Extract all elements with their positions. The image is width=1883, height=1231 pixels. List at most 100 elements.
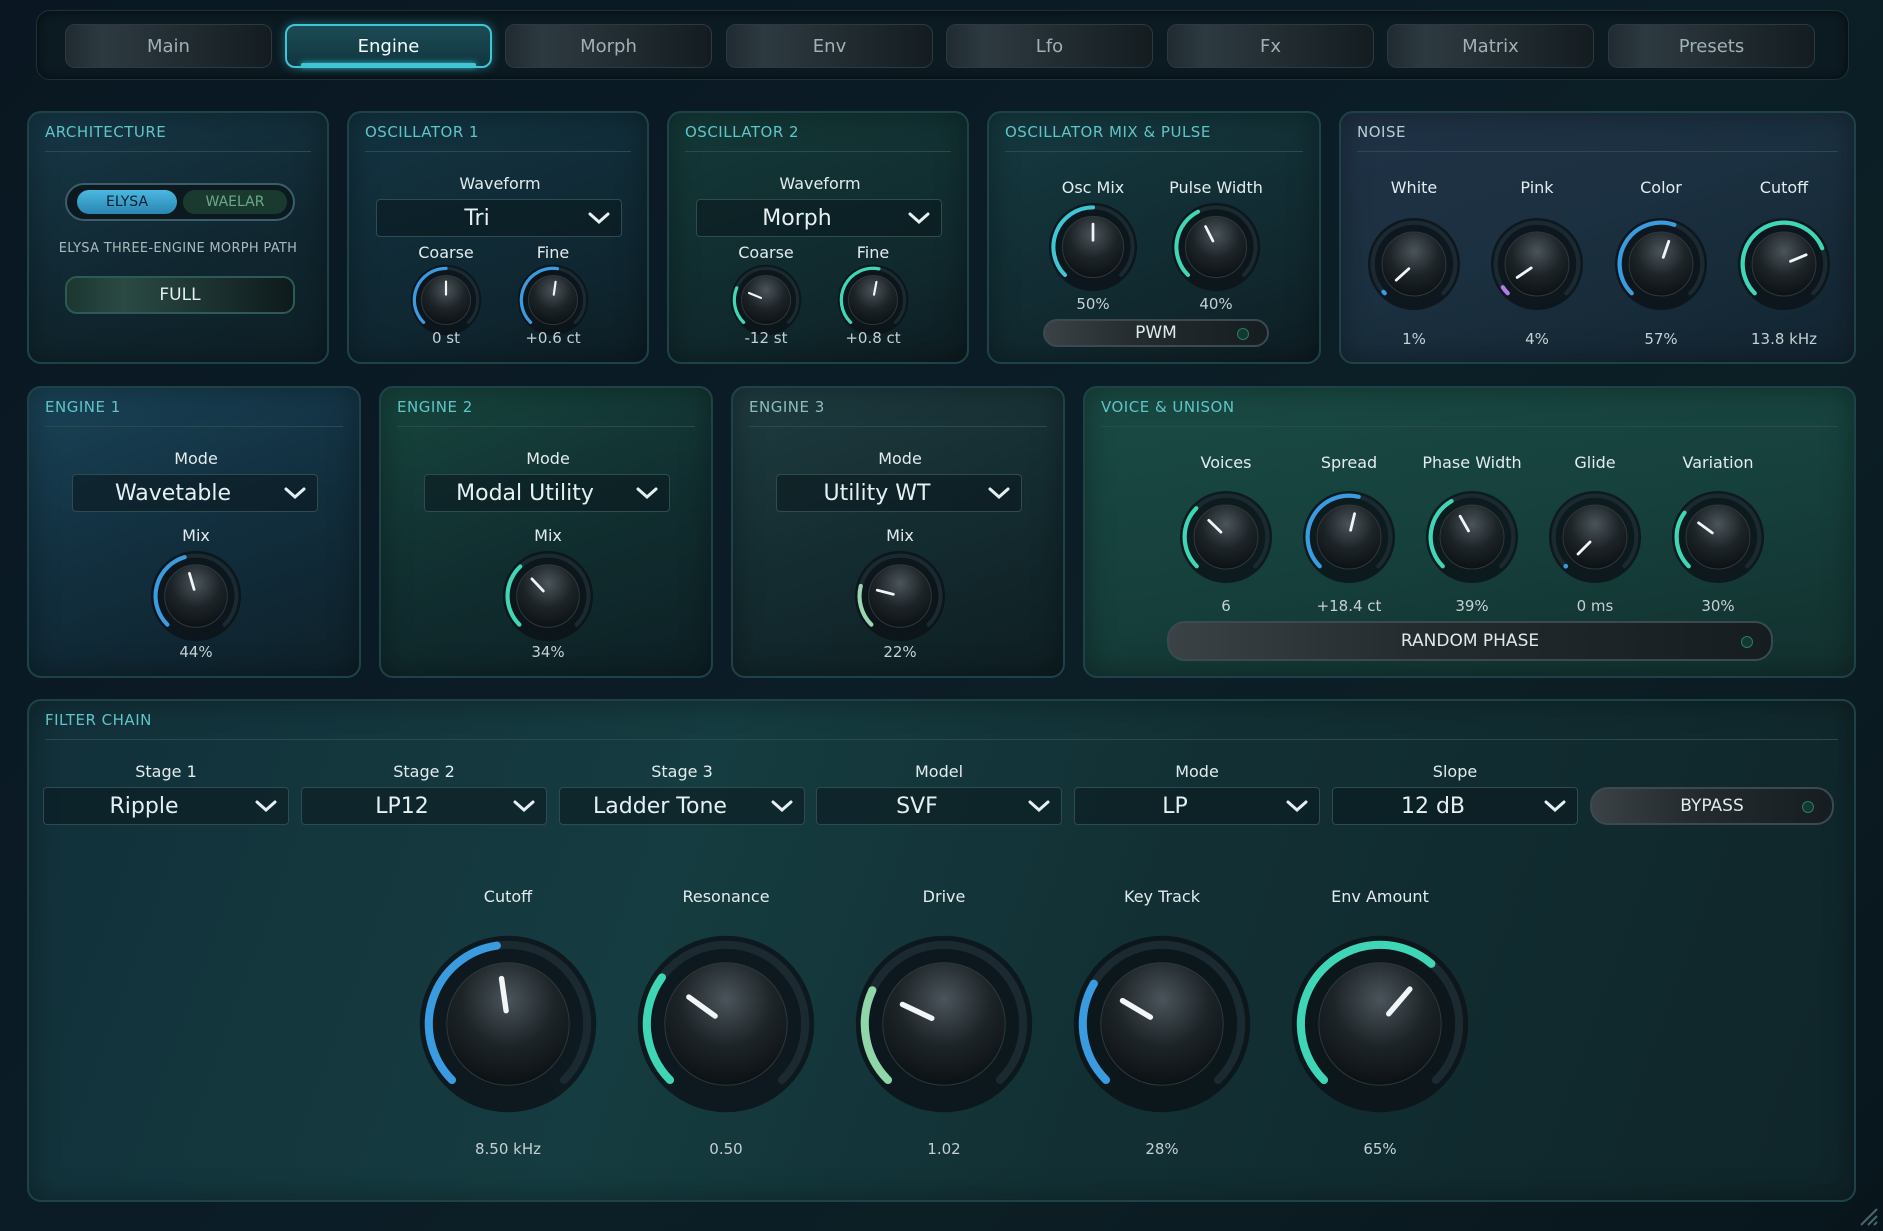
knob-label: Fine	[536, 243, 570, 262]
tab-presets[interactable]: Presets	[1608, 24, 1815, 68]
divider	[365, 151, 631, 152]
knob-graphic	[410, 264, 482, 336]
knob-value: 6	[1221, 597, 1231, 615]
knob-graphic	[1671, 490, 1765, 584]
knob-body	[1184, 215, 1248, 279]
chevron-down-icon	[502, 800, 546, 812]
knob-body	[1628, 231, 1694, 297]
mode-select[interactable]: Wavetable	[72, 474, 318, 512]
divider	[1005, 151, 1303, 152]
color-knob[interactable]	[1614, 217, 1708, 315]
tab-env[interactable]: Env	[726, 24, 933, 68]
knob-value: 0 ms	[1576, 597, 1614, 615]
resonance-knob[interactable]	[636, 934, 816, 1118]
mix-knob[interactable]	[854, 550, 946, 646]
knob-value: 30%	[1701, 597, 1735, 615]
panel-title: FILTER CHAIN	[45, 711, 152, 729]
pulse-width-knob[interactable]	[1171, 202, 1261, 296]
architecture-panel: ARCHITECTURE ELYSA WAELAR ELYSA THREE-EN…	[27, 111, 329, 364]
knob-graphic	[1073, 935, 1251, 1113]
pink-noise-knob[interactable]	[1490, 217, 1584, 315]
mode-label: Mode	[878, 449, 922, 468]
mode-value: Modal Utility	[456, 480, 594, 506]
knob-graphic	[502, 550, 594, 642]
mix-knob[interactable]	[150, 550, 242, 646]
knob-value: 50%	[1076, 295, 1110, 313]
option-waelar[interactable]: WAELAR	[183, 190, 287, 214]
tab-morph[interactable]: Morph	[505, 24, 712, 68]
knob-label: White	[1390, 178, 1438, 197]
mode-select[interactable]: Modal Utility	[424, 474, 670, 512]
voices-knob[interactable]	[1179, 490, 1273, 588]
select-label: Stage 2	[393, 762, 455, 781]
knob-graphic	[1490, 217, 1584, 311]
random-phase-label: RANDOM PHASE	[1400, 631, 1540, 651]
select-label: Stage 1	[135, 762, 197, 781]
stage-3-select[interactable]: Ladder Tone	[559, 787, 805, 825]
phase-width-knob[interactable]	[1425, 490, 1519, 588]
path-button[interactable]: FULL	[65, 276, 295, 314]
knob-value: 0.50	[709, 1140, 743, 1158]
knob-label: Glide	[1574, 453, 1616, 472]
tab-matrix[interactable]: Matrix	[1387, 24, 1594, 68]
option-elysa[interactable]: ELYSA	[77, 190, 177, 214]
divider	[749, 426, 1047, 427]
tab-engine[interactable]: Engine	[285, 24, 492, 68]
select-value: Ladder Tone	[593, 793, 727, 819]
filter-cutoff-knob[interactable]	[418, 934, 598, 1118]
panel-title: ENGINE 1	[45, 398, 121, 416]
tab-main[interactable]: Main	[65, 24, 272, 68]
divider	[45, 151, 311, 152]
noise-cutoff-knob[interactable]	[1737, 217, 1831, 315]
knob-label: Cutoff	[1759, 178, 1809, 197]
pwm-toggle[interactable]: PWM	[1043, 319, 1269, 347]
panel-title: OSCILLATOR 1	[365, 123, 480, 141]
engine-2-panel: ENGINE 2 Mode Modal Utility Mix 34%	[379, 386, 713, 678]
knob-graphic	[1548, 490, 1642, 584]
knob-body	[1318, 962, 1442, 1086]
model-select[interactable]: SVF	[816, 787, 1062, 825]
tab-lfo[interactable]: Lfo	[946, 24, 1153, 68]
select-label: Mode	[1175, 762, 1219, 781]
tab-fx[interactable]: Fx	[1167, 24, 1374, 68]
bypass-toggle[interactable]: BYPASS	[1590, 787, 1834, 825]
knob-body	[164, 564, 228, 628]
glide-knob[interactable]	[1548, 490, 1642, 588]
key-track-knob[interactable]	[1072, 934, 1252, 1118]
knob-graphic	[854, 550, 946, 642]
knob-value: 1%	[1402, 330, 1426, 348]
spread-knob[interactable]	[1302, 490, 1396, 588]
stage-1-select[interactable]: Ripple	[43, 787, 289, 825]
select-value: LP12	[375, 793, 429, 819]
knob-graphic	[730, 264, 802, 336]
knob-body	[446, 962, 570, 1086]
random-phase-toggle[interactable]: RANDOM PHASE	[1167, 621, 1773, 661]
waveform-select[interactable]: Tri	[376, 199, 622, 237]
stage-2-select[interactable]: LP12	[301, 787, 547, 825]
oscillator-mix-pulse-panel: OSCILLATOR MIX & PULSE Osc Mix Pulse Wid…	[987, 111, 1321, 364]
knob-graphic	[1048, 202, 1138, 292]
noise-panel: NOISE White Pink Color Cutoff 1% 4% 57% …	[1339, 111, 1856, 364]
mode-select[interactable]: Utility WT	[776, 474, 1022, 512]
knob-value: +18.4 ct	[1316, 597, 1382, 615]
waveform-select[interactable]: Morph	[696, 199, 942, 237]
architecture-switch: ELYSA WAELAR	[65, 183, 295, 221]
variation-knob[interactable]	[1671, 490, 1765, 588]
mix-label: Mix	[886, 526, 914, 545]
osc-mix-knob[interactable]	[1048, 202, 1138, 296]
drive-knob[interactable]	[854, 934, 1034, 1118]
knob-label: Color	[1640, 178, 1682, 197]
knob-label: Env Amount	[1331, 887, 1429, 906]
knob-label: Variation	[1682, 453, 1754, 472]
mode-label: Mode	[526, 449, 570, 468]
env-amount-knob[interactable]	[1290, 934, 1470, 1118]
bypass-label: BYPASS	[1680, 796, 1744, 816]
knob-body	[741, 275, 791, 325]
white-noise-knob[interactable]	[1367, 217, 1461, 315]
resize-grip-icon[interactable]	[1853, 1201, 1879, 1227]
mix-value: 34%	[531, 643, 565, 661]
slope-select[interactable]: 12 dB	[1332, 787, 1578, 825]
mix-knob[interactable]	[502, 550, 594, 646]
mode-select[interactable]: LP	[1074, 787, 1320, 825]
knob-body	[1381, 231, 1447, 297]
